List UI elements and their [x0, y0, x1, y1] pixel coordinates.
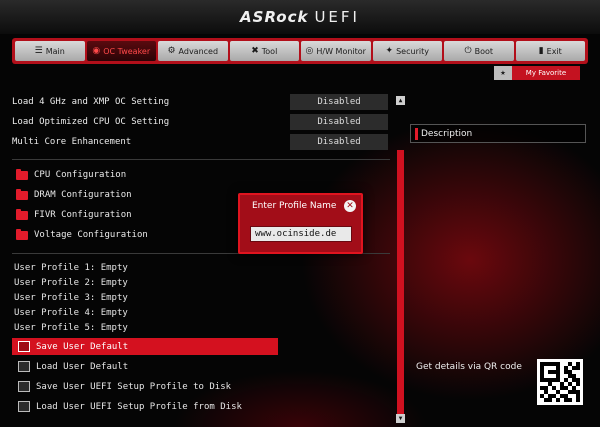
user-profile-1[interactable]: User Profile 1: Empty: [14, 263, 128, 277]
load-profile-from-disk[interactable]: Load User UEFI Setup Profile from Disk: [12, 398, 278, 415]
scroll-up-arrow-icon[interactable]: ▲: [396, 96, 405, 105]
user-profile-5[interactable]: User Profile 5: Empty: [14, 323, 128, 337]
setting-value[interactable]: Disabled: [290, 134, 388, 150]
tab-label: Advanced: [178, 46, 219, 56]
load-icon: [18, 361, 30, 372]
hw-monitor-icon: ◎: [305, 46, 314, 56]
tab-bar: ☰ Main ◉ OC Tweaker ⚙ Advanced ✖ Tool ◎ H/W M…: [12, 38, 588, 64]
submenu-label: DRAM Configuration: [34, 190, 132, 200]
folder-icon: [16, 188, 28, 200]
submenu-cpu-configuration[interactable]: CPU Configuration: [16, 167, 126, 183]
tab-hw-monitor[interactable]: ◎ H/W Monitor: [301, 41, 371, 61]
submenu-voltage-configuration[interactable]: Voltage Configuration: [16, 227, 148, 243]
tab-label: Security: [396, 46, 429, 56]
my-favorite-bar[interactable]: ★ My Favorite: [494, 66, 580, 80]
load-user-default[interactable]: Load User Default: [12, 358, 278, 375]
action-label: Load User Default: [36, 361, 129, 372]
folder-icon: [16, 228, 28, 240]
scroll-down-arrow-icon[interactable]: ▼: [396, 414, 405, 423]
tab-label: H/W Monitor: [316, 46, 366, 56]
boot-icon: ⏻: [464, 46, 472, 56]
description-title: Description: [421, 128, 473, 139]
tab-tool[interactable]: ✖ Tool: [229, 41, 299, 61]
setting-label: Multi Core Enhancement: [12, 137, 132, 147]
tab-oc-tweaker[interactable]: ◉ OC Tweaker: [86, 41, 156, 61]
tab-label: Boot: [474, 46, 494, 56]
submenu-fivr-configuration[interactable]: FIVR Configuration: [16, 207, 132, 223]
setting-value[interactable]: Disabled: [290, 114, 388, 130]
enter-profile-name-dialog: Enter Profile Name ✕: [238, 193, 363, 254]
security-icon: ✦: [385, 46, 394, 56]
close-icon[interactable]: ✕: [344, 200, 356, 212]
user-profile-2[interactable]: User Profile 2: Empty: [14, 278, 128, 292]
submenu-label: CPU Configuration: [34, 170, 127, 180]
action-label: Save User UEFI Setup Profile to Disk: [36, 381, 232, 392]
profile-name-input[interactable]: [250, 226, 352, 242]
uefi-screen: ASRock UEFI ☰ Main ◉ OC Tweaker ⚙ Advanced ✖…: [0, 0, 600, 427]
tab-exit[interactable]: ▮ Exit: [515, 41, 585, 61]
submenu-label: FIVR Configuration: [34, 210, 132, 220]
exit-icon: ▮: [538, 46, 544, 56]
action-label: Load User UEFI Setup Profile from Disk: [36, 401, 242, 412]
qr-module: [576, 398, 580, 402]
my-favorite-button[interactable]: My Favorite: [512, 66, 580, 80]
advanced-icon: ⚙: [167, 46, 176, 56]
disk-load-icon: [18, 401, 30, 412]
setting-load-optimized-cpu-oc[interactable]: Load Optimized CPU OC Setting Disabled: [12, 113, 390, 131]
brand-logo: ASRock UEFI: [0, 8, 600, 26]
setting-load-4ghz-xmp[interactable]: Load 4 GHz and XMP OC Setting Disabled: [12, 93, 390, 111]
tab-label: OC Tweaker: [103, 46, 151, 56]
submenu-label: Voltage Configuration: [34, 230, 148, 240]
description-marker: [415, 127, 418, 140]
tab-label: Tool: [261, 46, 278, 56]
dialog-title: Enter Profile Name: [252, 201, 337, 211]
setting-label: Load 4 GHz and XMP OC Setting: [12, 97, 170, 107]
folder-icon: [16, 208, 28, 220]
user-profile-3[interactable]: User Profile 3: Empty: [14, 293, 128, 307]
disk-save-icon: [18, 381, 30, 392]
save-profile-to-disk[interactable]: Save User UEFI Setup Profile to Disk: [12, 378, 278, 395]
qr-caption: Get details via QR code: [416, 362, 522, 372]
save-icon: [18, 341, 30, 352]
brand-name: ASRock: [240, 8, 309, 26]
star-icon[interactable]: ★: [494, 66, 512, 80]
tool-icon: ✖: [251, 46, 259, 56]
action-label: Save User Default: [36, 341, 129, 352]
folder-icon: [16, 168, 28, 180]
scrollbar[interactable]: [397, 150, 404, 414]
tab-main[interactable]: ☰ Main: [15, 41, 85, 61]
setting-label: Load Optimized CPU OC Setting: [12, 117, 170, 127]
tab-label: Main: [45, 46, 65, 56]
main-icon: ☰: [34, 46, 43, 56]
setting-multi-core-enhancement[interactable]: Multi Core Enhancement Disabled: [12, 133, 390, 151]
tab-label: Exit: [546, 46, 562, 56]
top-bar: ASRock UEFI: [0, 0, 600, 34]
qr-code-icon: [537, 359, 583, 405]
setting-value[interactable]: Disabled: [290, 94, 388, 110]
tab-boot[interactable]: ⏻ Boot: [444, 41, 514, 61]
submenu-dram-configuration[interactable]: DRAM Configuration: [16, 187, 132, 203]
description-panel: Description: [410, 124, 586, 143]
oc-tweaker-icon: ◉: [92, 46, 101, 56]
qr-code-pattern: [540, 362, 580, 402]
tab-advanced[interactable]: ⚙ Advanced: [158, 41, 228, 61]
tab-security[interactable]: ✦ Security: [372, 41, 442, 61]
user-profile-4[interactable]: User Profile 4: Empty: [14, 308, 128, 322]
save-user-default[interactable]: Save User Default: [12, 338, 278, 355]
brand-product: UEFI: [314, 8, 360, 26]
divider: [12, 159, 390, 160]
